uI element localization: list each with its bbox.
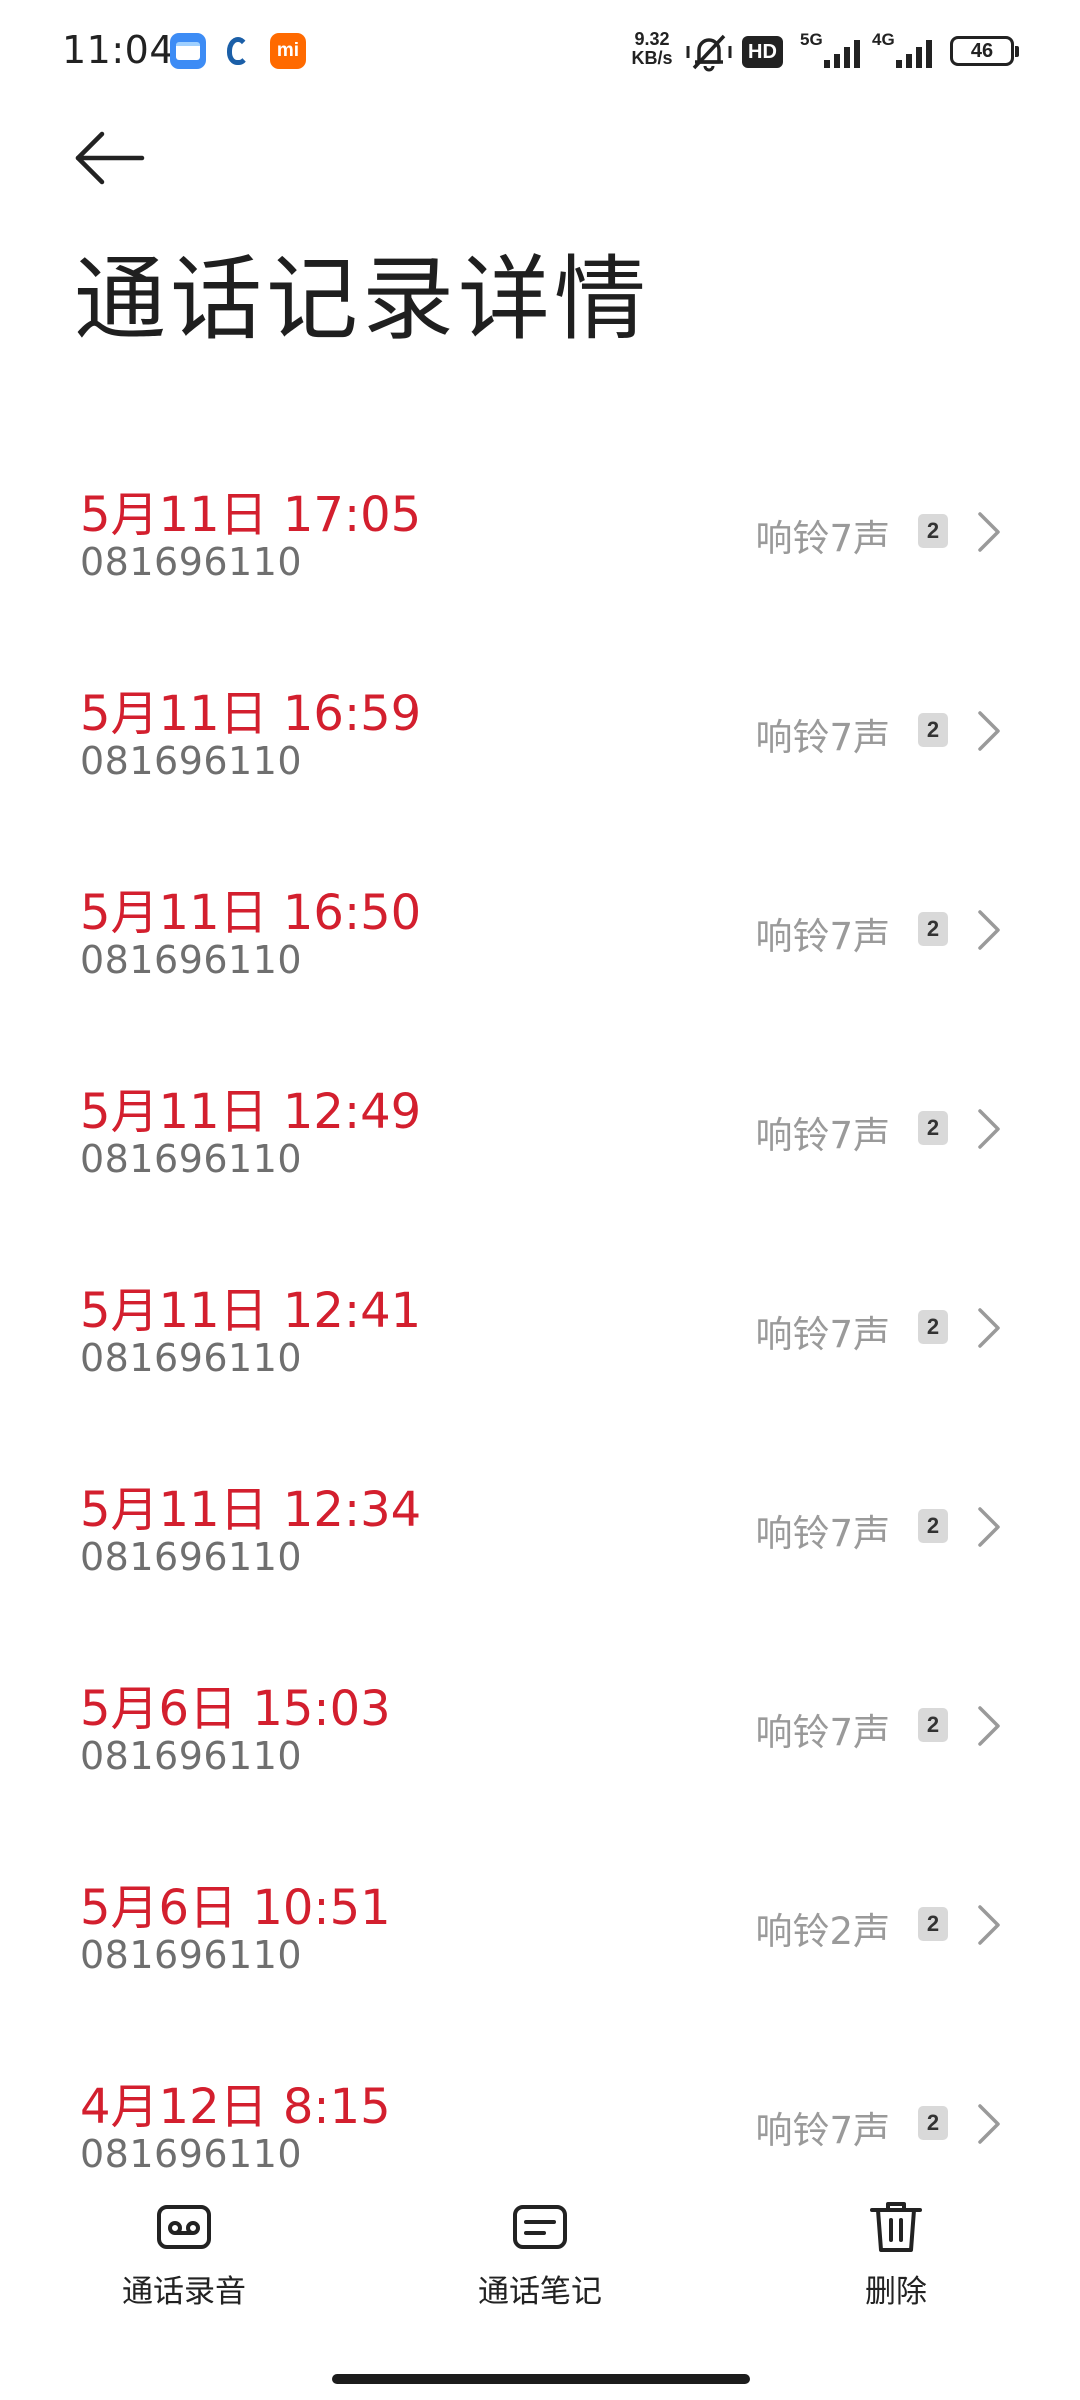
- call-datetime: 5月6日 10:51: [80, 1880, 391, 1936]
- sim-2-badge: 2: [918, 1907, 948, 1941]
- call-ring-count: 响铃7声: [755, 716, 890, 759]
- signal-4g: 4G: [872, 30, 938, 72]
- delete-button[interactable]: 删除: [786, 2198, 1006, 2310]
- hd-voice-badge: HD: [742, 36, 783, 68]
- call-number: 081696110: [80, 739, 303, 783]
- sim-2-badge: 2: [918, 514, 948, 548]
- sim-2-badge: 2: [918, 1509, 948, 1543]
- call-recording-button[interactable]: 通话录音: [74, 2198, 294, 2310]
- call-record-row[interactable]: 5月11日 12:34 081696110 响铃7声 2: [0, 1435, 1080, 1634]
- call-number: 081696110: [80, 1933, 303, 1977]
- back-button[interactable]: [72, 126, 148, 190]
- trash-icon: [870, 2202, 922, 2252]
- signal-5g-label: 5G: [800, 30, 823, 49]
- call-record-row[interactable]: 5月11日 17:05 081696110 响铃7声 2: [0, 440, 1080, 639]
- sim-2-badge: 2: [918, 1310, 948, 1344]
- call-record-row[interactable]: 5月11日 16:50 081696110 响铃7声 2: [0, 838, 1080, 1037]
- signal-4g-label: 4G: [872, 30, 895, 49]
- call-notes-label: 通话笔记: [478, 2274, 602, 2310]
- call-number: 081696110: [80, 1137, 303, 1181]
- sim-2-badge: 2: [918, 713, 948, 747]
- call-number: 081696110: [80, 540, 303, 584]
- status-bar: 11:04 mi 9.32 KB/s HD 5G 4G 46: [0, 0, 1080, 104]
- chevron-right-icon: [978, 711, 1000, 751]
- cassette-icon: [157, 2205, 211, 2249]
- network-speed: 9.32 KB/s: [624, 30, 680, 68]
- chevron-right-icon: [978, 1308, 1000, 1348]
- delete-label: 删除: [865, 2274, 927, 2310]
- call-datetime: 5月11日 12:49: [80, 1084, 422, 1140]
- call-record-row[interactable]: 5月11日 12:49 081696110 响铃7声 2: [0, 1037, 1080, 1236]
- call-number: 081696110: [80, 1734, 303, 1778]
- bottom-action-bar: 通话录音 通话笔记 删除: [0, 2180, 1080, 2320]
- call-ring-count: 响铃7声: [755, 915, 890, 958]
- call-ring-count: 响铃7声: [755, 1512, 890, 1555]
- call-datetime: 5月11日 12:41: [80, 1283, 422, 1339]
- network-speed-value: 9.32: [634, 29, 670, 49]
- signal-5g: 5G: [800, 30, 866, 72]
- call-datetime: 4月12日 8:15: [80, 2079, 391, 2135]
- home-indicator[interactable]: [332, 2374, 750, 2384]
- call-ring-count: 响铃2声: [755, 1910, 890, 1953]
- call-record-row[interactable]: 5月11日 12:41 081696110 响铃7声 2: [0, 1236, 1080, 1435]
- call-record-row[interactable]: 5月6日 15:03 081696110 响铃7声 2: [0, 1634, 1080, 1833]
- battery-indicator: 46: [950, 36, 1019, 66]
- call-record-list: 5月11日 17:05 081696110 响铃7声 2 5月11日 16:59…: [0, 440, 1080, 2180]
- call-datetime: 5月6日 15:03: [80, 1681, 391, 1737]
- arrow-left-icon: [75, 131, 145, 185]
- chevron-right-icon: [978, 1706, 1000, 1746]
- call-datetime: 5月11日 17:05: [80, 487, 422, 543]
- signal-bars-icon: [824, 40, 860, 68]
- call-record-row[interactable]: 4月12日 8:15 081696110 响铃7声 2: [0, 2032, 1080, 2180]
- call-ring-count: 响铃7声: [755, 1711, 890, 1754]
- status-time: 11:04: [62, 28, 175, 72]
- sim-2-badge: 2: [918, 1708, 948, 1742]
- signal-bars-icon: [896, 40, 932, 68]
- chevron-right-icon: [978, 512, 1000, 552]
- call-number: 081696110: [80, 1535, 303, 1579]
- sim-2-badge: 2: [918, 912, 948, 946]
- penguin-icon: [220, 33, 256, 69]
- call-number: 081696110: [80, 2132, 303, 2176]
- call-datetime: 5月11日 16:59: [80, 686, 422, 742]
- sim-2-badge: 2: [918, 1111, 948, 1145]
- chevron-right-icon: [978, 1109, 1000, 1149]
- sim-2-badge: 2: [918, 2106, 948, 2140]
- call-number: 081696110: [80, 1336, 303, 1380]
- call-datetime: 5月11日 16:50: [80, 885, 422, 941]
- call-ring-count: 响铃7声: [755, 517, 890, 560]
- call-ring-count: 响铃7声: [755, 2109, 890, 2152]
- call-record-row[interactable]: 5月11日 16:59 081696110 响铃7声 2: [0, 639, 1080, 838]
- network-speed-unit: KB/s: [631, 48, 673, 68]
- chevron-right-icon: [978, 1905, 1000, 1945]
- call-ring-count: 响铃7声: [755, 1313, 890, 1356]
- wallet-icon: [170, 33, 206, 69]
- call-ring-count: 响铃7声: [755, 1114, 890, 1157]
- chevron-right-icon: [978, 1507, 1000, 1547]
- call-datetime: 5月11日 12:34: [80, 1482, 422, 1538]
- call-recording-label: 通话录音: [122, 2274, 246, 2310]
- call-number: 081696110: [80, 938, 303, 982]
- call-notes-button[interactable]: 通话笔记: [430, 2198, 650, 2310]
- call-record-row[interactable]: 5月6日 10:51 081696110 响铃2声 2: [0, 1833, 1080, 2032]
- mi-icon: mi: [270, 33, 306, 69]
- notes-icon: [513, 2205, 567, 2249]
- chevron-right-icon: [978, 2104, 1000, 2144]
- vibrate-mute-icon: [686, 34, 732, 72]
- page-title: 通话记录详情: [74, 246, 651, 353]
- chevron-right-icon: [978, 910, 1000, 950]
